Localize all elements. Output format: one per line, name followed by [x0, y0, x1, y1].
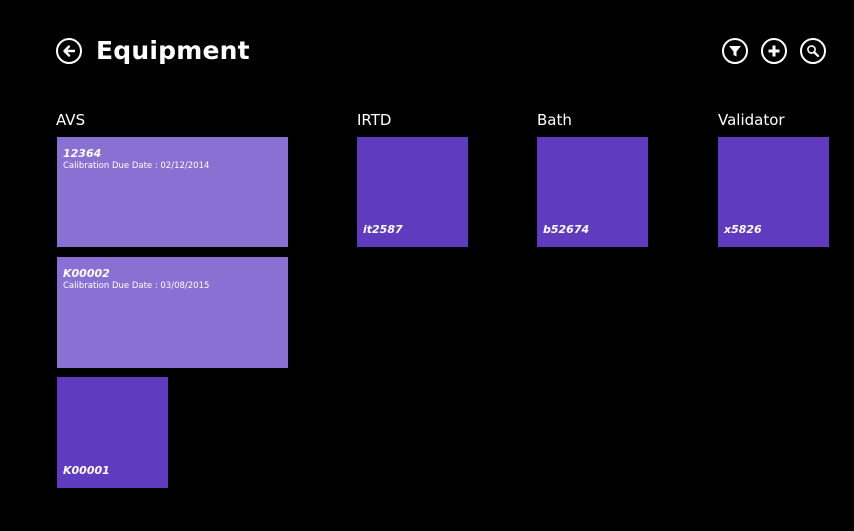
filter-button[interactable] [722, 38, 748, 64]
equipment-page: Equipment AVS 12364 Calibration Due Date… [0, 0, 854, 531]
back-arrow-icon [63, 45, 76, 57]
search-icon [807, 45, 820, 58]
tile-id: it2587 [363, 223, 403, 236]
group-header-irtd[interactable]: IRTD [357, 110, 391, 130]
group-header-validator[interactable]: Validator [718, 110, 785, 130]
back-button[interactable] [56, 38, 82, 64]
tile-x5826[interactable]: x5826 [718, 137, 829, 247]
add-button[interactable] [761, 38, 787, 64]
tile-id: K00001 [63, 464, 110, 477]
tile-calibration-date: Calibration Due Date : 03/08/2015 [63, 281, 210, 291]
search-button[interactable] [800, 38, 826, 64]
tile-id: 12364 [63, 147, 102, 160]
tile-k00002[interactable]: K00002 Calibration Due Date : 03/08/2015 [57, 257, 288, 368]
tile-id: x5826 [724, 223, 762, 236]
page-title: Equipment [96, 36, 250, 65]
tile-calibration-date: Calibration Due Date : 02/12/2014 [63, 161, 210, 171]
tile-k00001[interactable]: K00001 [57, 377, 168, 488]
tile-id: b52674 [543, 223, 590, 236]
tile-id: K00002 [63, 267, 110, 280]
tile-12364[interactable]: 12364 Calibration Due Date : 02/12/2014 [57, 137, 288, 247]
group-header-bath[interactable]: Bath [537, 110, 572, 130]
filter-icon [729, 46, 741, 57]
group-header-avs[interactable]: AVS [56, 110, 85, 130]
tile-b52674[interactable]: b52674 [537, 137, 648, 247]
plus-icon [768, 45, 780, 57]
tile-it2587[interactable]: it2587 [357, 137, 468, 247]
